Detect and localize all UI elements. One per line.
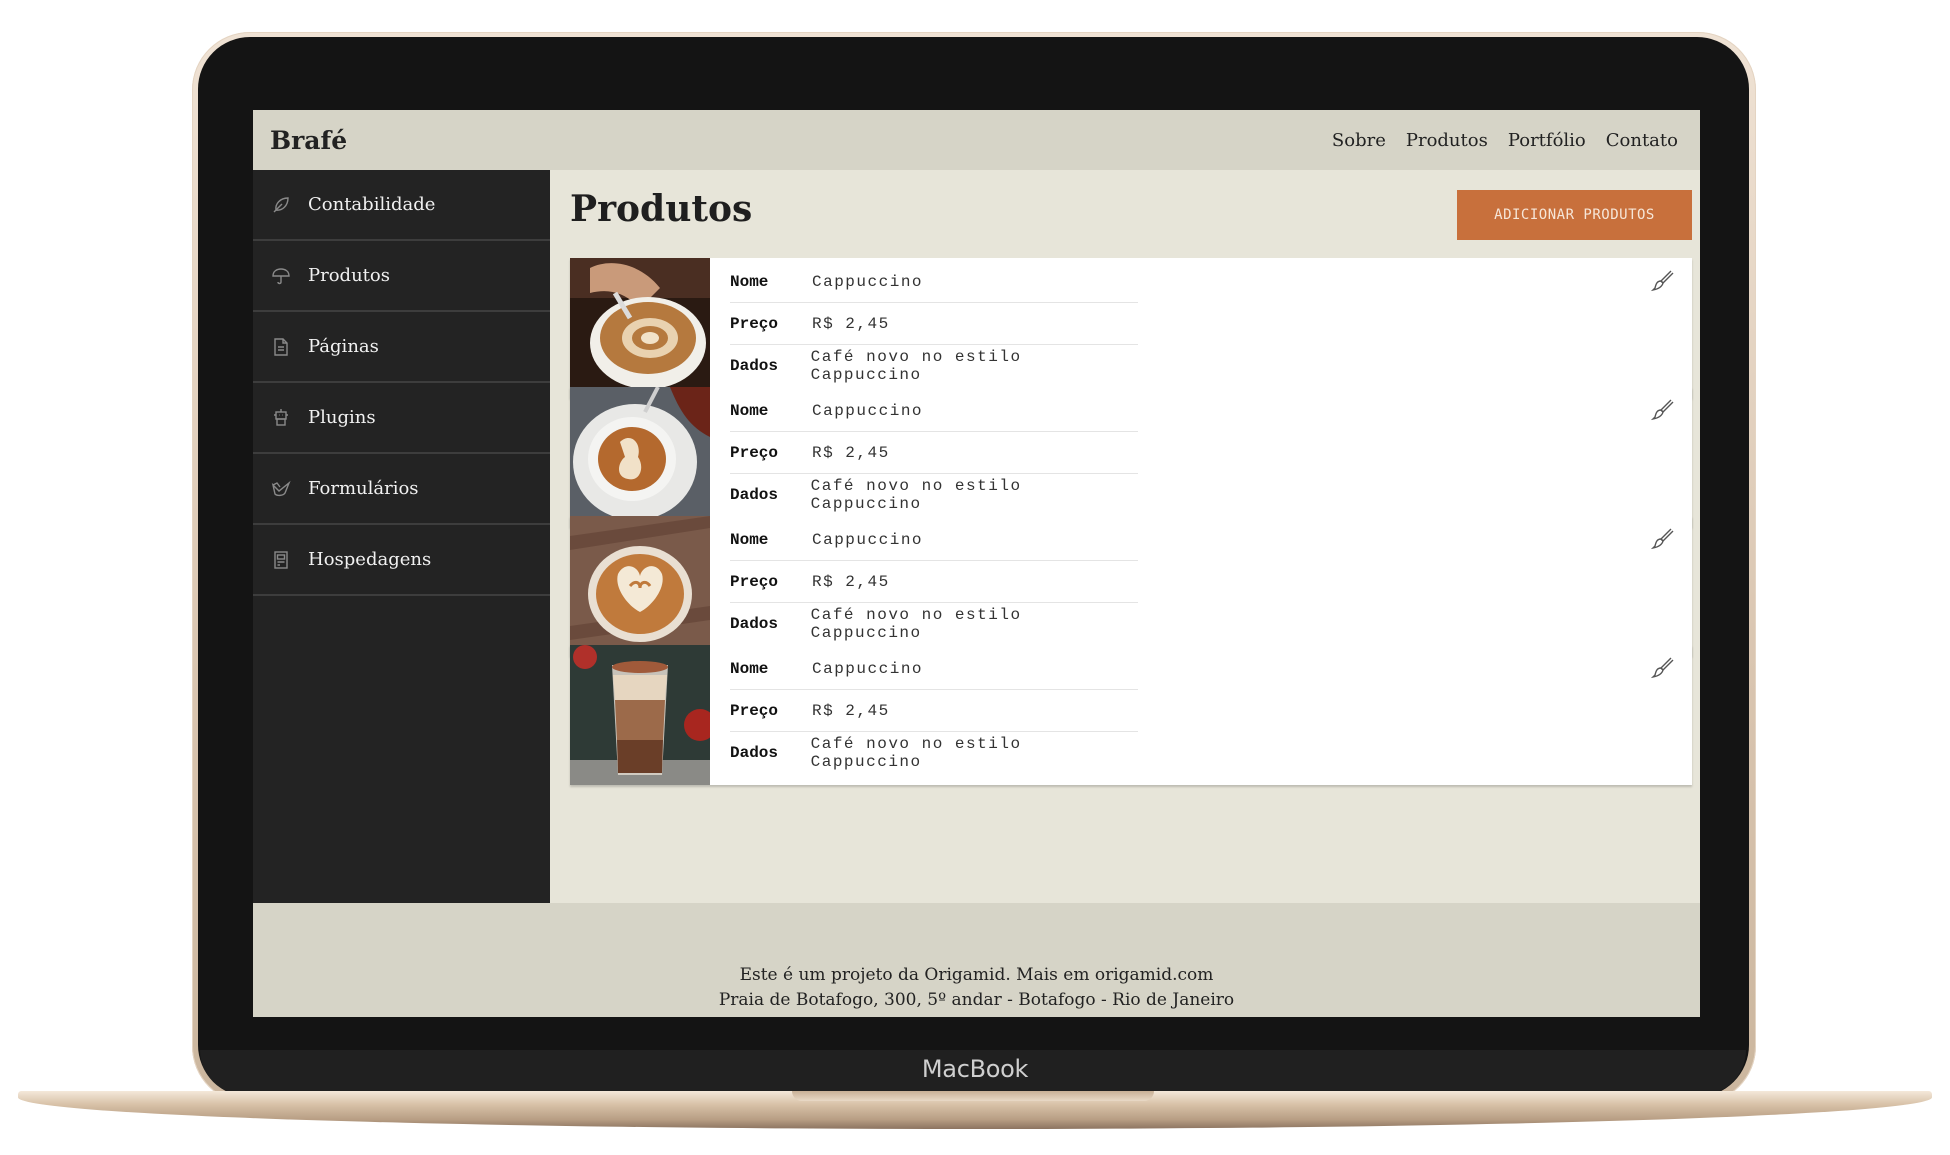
sidebar-item-label: Hospedagens	[308, 549, 432, 570]
sidebar-item-hospedagens[interactable]: Hospedagens	[253, 525, 550, 596]
edit-brush-icon[interactable]	[1650, 268, 1674, 292]
main-nav: Sobre Produtos Portfólio Contato	[1332, 130, 1678, 151]
product-name: Cappuccino	[812, 659, 924, 678]
field-label: Preço	[730, 443, 779, 462]
field-row-data: Dados Café novo no estilo Cappuccino	[730, 603, 1138, 644]
field-row-price: Preço R$ 2,45	[730, 690, 1138, 732]
sidebar-item-label: Contabilidade	[308, 194, 436, 215]
add-products-button[interactable]: ADICIONAR PRODUTOS	[1457, 190, 1692, 240]
product-price: R$ 2,45	[812, 314, 890, 333]
product-card: Nome Cappuccino Preço R$ 2,45 Dados Café…	[570, 387, 1692, 527]
sidebar-item-paginas[interactable]: Páginas	[253, 312, 550, 383]
sidebar-item-label: Produtos	[308, 265, 390, 286]
product-card: Nome Cappuccino Preço R$ 2,45 Dados Café…	[570, 258, 1692, 398]
sidebar-item-label: Plugins	[308, 407, 376, 428]
product-fields: Nome Cappuccino Preço R$ 2,45 Dados Café…	[710, 387, 1138, 527]
product-image	[570, 387, 710, 527]
field-label: Dados	[730, 743, 779, 762]
product-image	[570, 258, 710, 398]
header: Brafé Sobre Produtos Portfólio Contato	[253, 110, 1700, 170]
product-card: Nome Cappuccino Preço R$ 2,45 Dados Café…	[570, 645, 1692, 785]
field-label: Preço	[730, 701, 779, 720]
nav-link-produtos[interactable]: Produtos	[1406, 130, 1488, 151]
brand-logo[interactable]: Brafé	[270, 126, 347, 155]
robot-icon	[271, 408, 291, 428]
field-label: Nome	[730, 401, 769, 420]
field-row-price: Preço R$ 2,45	[730, 303, 1138, 345]
product-price: R$ 2,45	[812, 443, 890, 462]
field-label: Dados	[730, 614, 779, 633]
product-data: Café novo no estilo Cappuccino	[810, 605, 1022, 642]
product-price: R$ 2,45	[812, 701, 890, 720]
field-label: Dados	[730, 356, 779, 375]
document-icon	[271, 337, 291, 357]
product-fields: Nome Cappuccino Preço R$ 2,45 Dados Café…	[710, 258, 1138, 398]
sidebar-item-plugins[interactable]: Plugins	[253, 383, 550, 454]
edit-brush-icon[interactable]	[1650, 655, 1674, 679]
footer-address: Praia de Botafogo, 300, 5º andar - Botaf…	[718, 990, 1235, 1010]
product-name: Cappuccino	[812, 272, 924, 291]
sidebar-item-formularios[interactable]: Formulários	[253, 454, 550, 525]
sidebar-item-contabilidade[interactable]: Contabilidade	[253, 170, 550, 241]
laptop-notch	[792, 1091, 1154, 1101]
footer-credit: Este é um projeto da Origamid. Mais em o…	[739, 965, 1214, 985]
screen: Brafé Sobre Produtos Portfólio Contato C…	[253, 110, 1700, 1017]
nav-link-sobre[interactable]: Sobre	[1332, 130, 1386, 151]
footer: Este é um projeto da Origamid. Mais em o…	[253, 903, 1700, 1017]
sidebar: Contabilidade Produtos Páginas Plugins F…	[253, 170, 550, 903]
field-label: Preço	[730, 314, 779, 333]
edit-brush-icon[interactable]	[1650, 526, 1674, 550]
bird-icon	[271, 479, 291, 499]
product-data: Café novo no estilo Cappuccino	[810, 476, 1022, 513]
edit-brush-icon[interactable]	[1650, 397, 1674, 421]
product-name: Cappuccino	[812, 401, 924, 420]
field-row-data: Dados Café novo no estilo Cappuccino	[730, 732, 1138, 773]
server-icon	[271, 550, 291, 570]
sidebar-item-produtos[interactable]: Produtos	[253, 241, 550, 312]
field-row-price: Preço R$ 2,45	[730, 561, 1138, 603]
product-price: R$ 2,45	[812, 572, 890, 591]
nav-link-portfolio[interactable]: Portfólio	[1508, 130, 1586, 151]
field-label: Dados	[730, 485, 779, 504]
field-label: Nome	[730, 272, 769, 291]
field-row-name: Nome Cappuccino	[730, 648, 1138, 690]
product-fields: Nome Cappuccino Preço R$ 2,45 Dados Café…	[710, 516, 1138, 656]
nav-link-contato[interactable]: Contato	[1606, 130, 1678, 151]
main-content: Produtos ADICIONAR PRODUTOS Nome Cappucc…	[550, 170, 1700, 903]
product-image	[570, 516, 710, 656]
field-label: Preço	[730, 572, 779, 591]
field-row-data: Dados Café novo no estilo Cappuccino	[730, 474, 1138, 515]
product-fields: Nome Cappuccino Preço R$ 2,45 Dados Café…	[710, 645, 1138, 785]
product-image	[570, 645, 710, 785]
field-row-data: Dados Café novo no estilo Cappuccino	[730, 345, 1138, 386]
field-label: Nome	[730, 530, 769, 549]
sidebar-item-label: Formulários	[308, 478, 419, 499]
field-row-name: Nome Cappuccino	[730, 390, 1138, 432]
product-data: Café novo no estilo Cappuccino	[810, 347, 1022, 384]
field-row-name: Nome Cappuccino	[730, 261, 1138, 303]
feather-icon	[271, 195, 291, 215]
product-data: Café novo no estilo Cappuccino	[810, 734, 1022, 771]
product-name: Cappuccino	[812, 530, 924, 549]
product-card: Nome Cappuccino Preço R$ 2,45 Dados Café…	[570, 516, 1692, 656]
sidebar-item-label: Páginas	[308, 336, 379, 357]
field-label: Nome	[730, 659, 769, 678]
umbrella-icon	[271, 266, 291, 286]
page-title: Produtos	[570, 188, 753, 230]
field-row-price: Preço R$ 2,45	[730, 432, 1138, 474]
device-label: MacBook	[921, 1055, 1029, 1083]
field-row-name: Nome Cappuccino	[730, 519, 1138, 561]
